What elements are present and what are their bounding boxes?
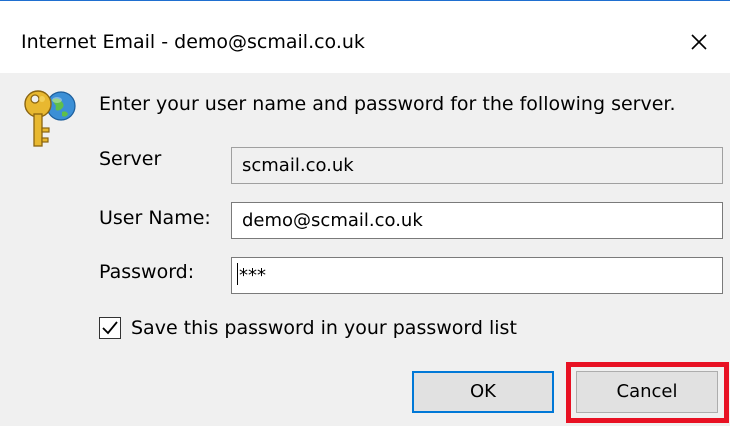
ok-button[interactable]: OK xyxy=(412,371,554,413)
title-bar: Internet Email - demo@scmail.co.uk xyxy=(0,1,730,73)
close-icon xyxy=(684,27,714,57)
internet-email-dialog: Internet Email - demo@scmail.co.uk Enter… xyxy=(0,0,730,426)
key-globe-icon xyxy=(14,82,80,152)
prompt-text: Enter your user name and password for th… xyxy=(99,93,676,115)
server-field: scmail.co.uk xyxy=(231,147,723,184)
checkmark-icon xyxy=(100,318,120,338)
password-field[interactable]: *** xyxy=(231,257,723,294)
password-value: *** xyxy=(239,265,266,286)
user-name-value: demo@scmail.co.uk xyxy=(242,210,423,231)
cancel-button[interactable]: Cancel xyxy=(576,371,718,413)
user-name-label: User Name: xyxy=(99,207,211,229)
user-name-field[interactable]: demo@scmail.co.uk xyxy=(231,202,723,239)
window-title: Internet Email - demo@scmail.co.uk xyxy=(21,31,365,53)
save-password-label[interactable]: Save this password in your password list xyxy=(131,316,517,340)
password-label: Password: xyxy=(99,261,195,283)
text-caret xyxy=(237,263,238,285)
save-password-checkbox[interactable] xyxy=(99,317,121,339)
close-button[interactable] xyxy=(684,27,714,57)
server-value: scmail.co.uk xyxy=(242,155,354,176)
server-label: Server xyxy=(99,148,162,170)
